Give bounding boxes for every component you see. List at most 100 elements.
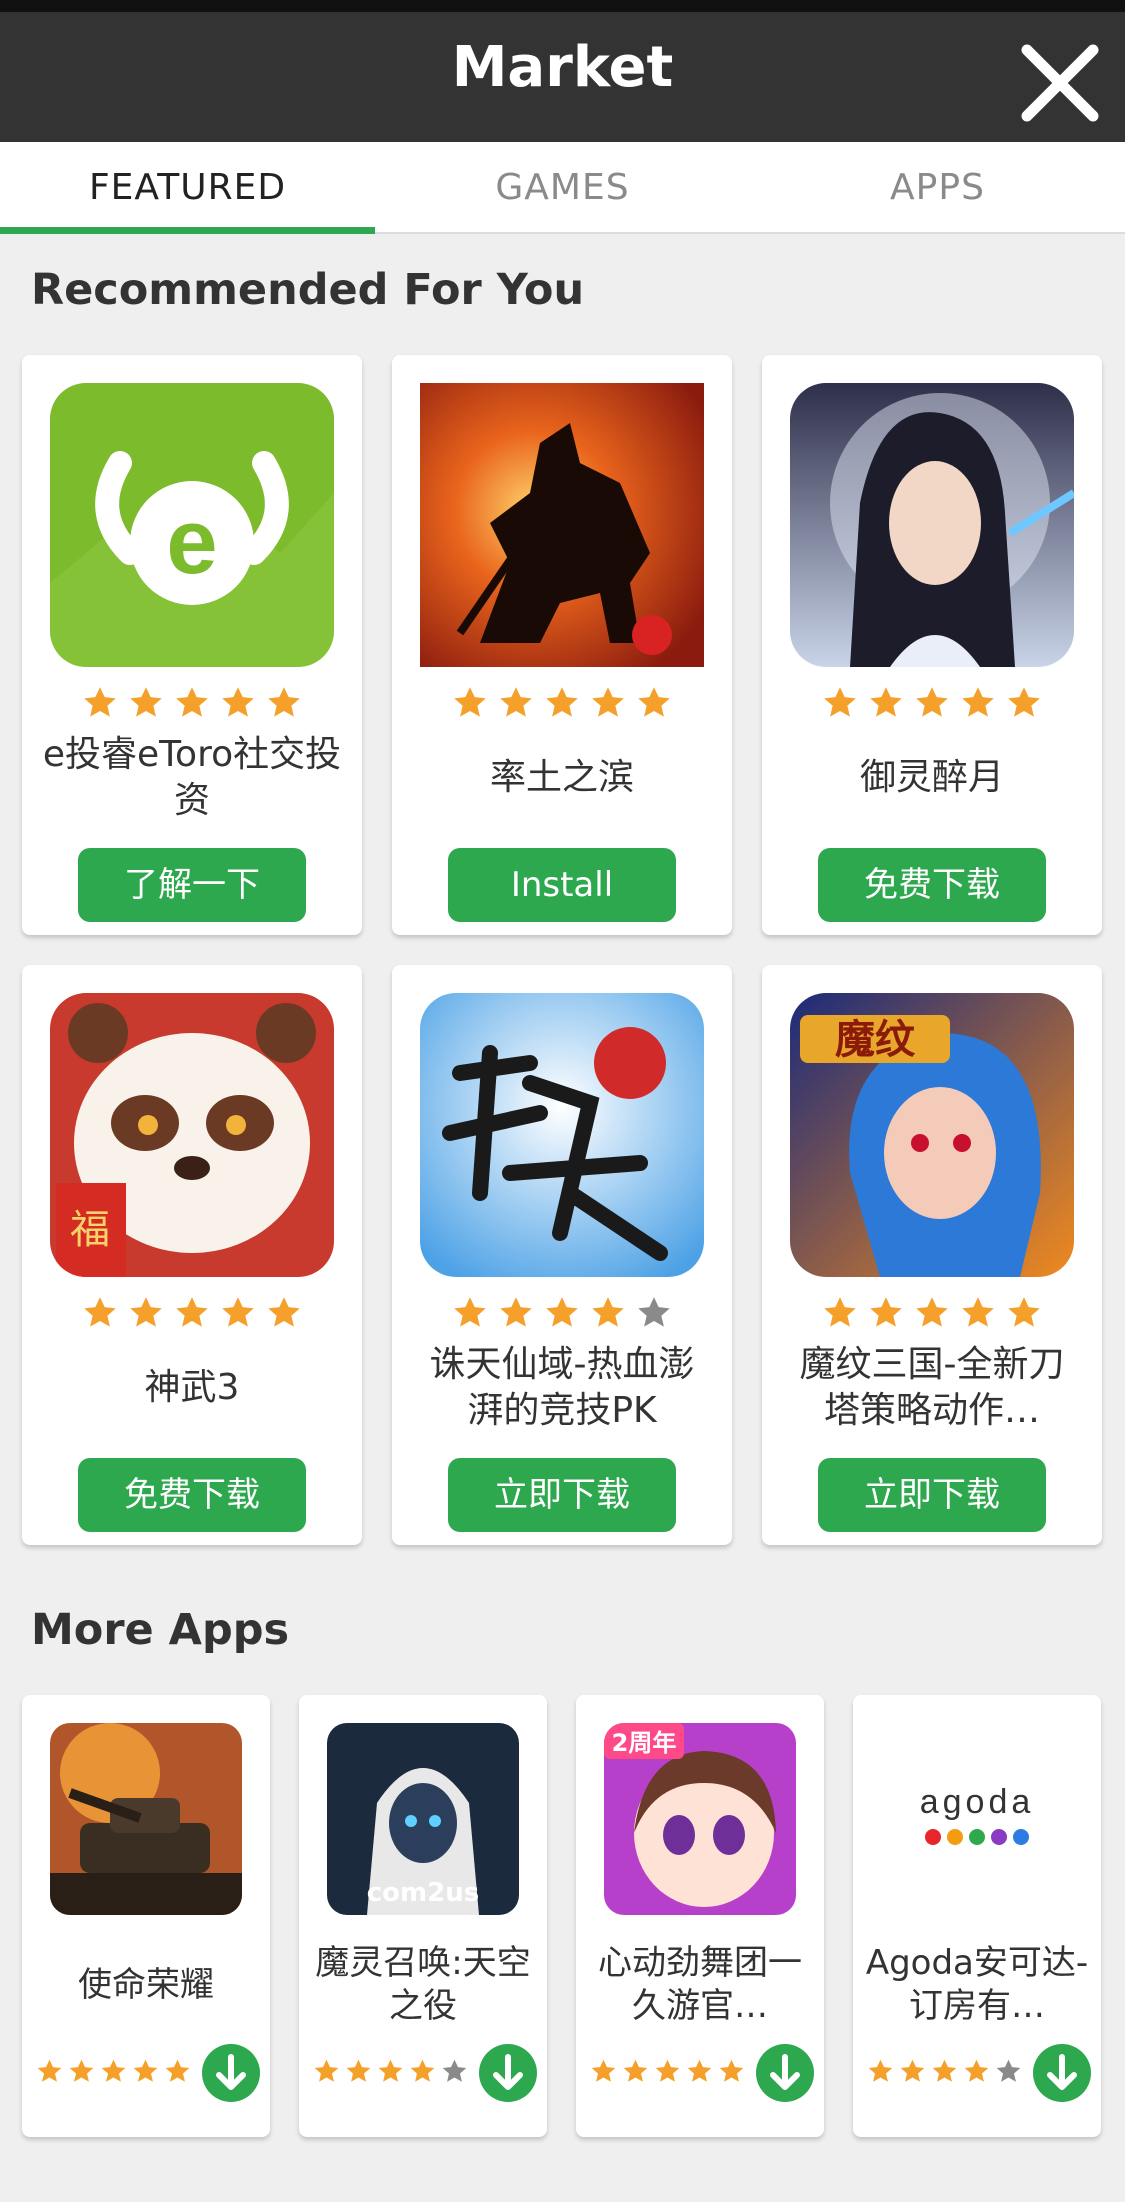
rating-stars <box>22 685 362 721</box>
app-card[interactable]: 福 神武3 免费下载 <box>22 965 362 1545</box>
anime-girl-icon[interactable]: 2周年 <box>604 1723 796 1915</box>
app-name: 诛天仙域-热血澎湃的竞技PK <box>429 1344 695 1431</box>
app-card[interactable]: 诛天仙域-热血澎湃的竞技PK 立即下载 <box>392 965 732 1545</box>
app-name: 使命荣耀 <box>78 1964 214 2005</box>
star-filled-icon <box>962 687 994 717</box>
svg-text:魔纹: 魔纹 <box>835 1017 916 1063</box>
rating-stars <box>313 2058 468 2085</box>
tab-featured[interactable]: FEATURED <box>0 142 375 234</box>
rating-stars <box>22 1295 362 1331</box>
star-filled-icon <box>176 1297 208 1327</box>
download-now-button[interactable]: 立即下载 <box>818 1458 1046 1532</box>
app-card[interactable]: 魔纹 魔纹三国-全新刀塔策略动作… 立即下载 <box>762 965 1102 1545</box>
app-card[interactable]: com2us 魔灵召唤:天空之役 <box>299 1695 547 2137</box>
star-filled-icon <box>916 1297 948 1327</box>
star-filled-icon <box>268 687 300 717</box>
app-card[interactable]: 2周年 心动劲舞团一久游官… <box>576 1695 824 2137</box>
app-name: 心动劲舞团一久游官… <box>598 1943 802 2026</box>
calligraphy-zhutian-icon[interactable] <box>420 993 704 1277</box>
star-filled-icon <box>500 687 532 717</box>
swordsman-portrait-icon[interactable] <box>790 383 1074 667</box>
star-filled-icon <box>410 2059 435 2082</box>
tank-icon[interactable] <box>50 1723 242 1915</box>
svg-text:agoda: agoda <box>920 1783 1035 1821</box>
star-filled-icon <box>454 1297 486 1327</box>
svg-text:2周年: 2周年 <box>612 1729 677 1757</box>
app-card[interactable]: 率土之滨 Install <box>392 355 732 935</box>
star-filled-icon <box>964 2059 989 2082</box>
star-filled-icon <box>870 687 902 717</box>
app-name: 魔纹三国-全新刀塔策略动作… <box>799 1344 1065 1431</box>
star-filled-icon <box>546 1297 578 1327</box>
rating-stars <box>762 1295 1102 1331</box>
app-card[interactable]: 御灵醉月 免费下载 <box>762 355 1102 935</box>
star-filled-icon <box>69 2059 94 2082</box>
star-filled-icon <box>1008 1297 1040 1327</box>
app-card[interactable]: e e投睿eToro社交投资 了解一下 <box>22 355 362 935</box>
download-now-button[interactable]: 立即下载 <box>448 1458 676 1532</box>
app-name: 率土之滨 <box>489 757 634 798</box>
star-filled-icon <box>900 2059 925 2082</box>
horseman-sunset-icon[interactable] <box>420 383 704 667</box>
svg-text:福: 福 <box>70 1207 110 1253</box>
app-card[interactable]: agoda Agoda安可达-订房有… <box>853 1695 1101 2137</box>
star-empty-icon <box>996 2059 1021 2082</box>
market-header: Market <box>0 0 1125 142</box>
star-filled-icon <box>130 687 162 717</box>
app-card[interactable]: 使命荣耀 <box>22 1695 270 2137</box>
free-download-button[interactable]: 免费下载 <box>818 848 1046 922</box>
star-filled-icon <box>719 2059 744 2082</box>
star-filled-icon <box>133 2059 158 2082</box>
mowen-warrior-icon[interactable]: 魔纹 <box>790 993 1074 1277</box>
recommended-grid: e e投睿eToro社交投资 了解一下 率土之滨 Install 御灵醉月 免费… <box>22 355 1103 1545</box>
star-filled-icon <box>870 1297 902 1327</box>
star-filled-icon <box>962 1297 994 1327</box>
panda-icon[interactable]: 福 <box>50 993 334 1277</box>
app-name: e投睿eToro社交投资 <box>42 734 342 821</box>
rating-stars <box>392 685 732 721</box>
star-filled-icon <box>687 2059 712 2082</box>
download-icon[interactable] <box>202 2044 260 2102</box>
star-filled-icon <box>824 1297 856 1327</box>
star-filled-icon <box>84 1297 116 1327</box>
etoro-bull-icon[interactable]: e <box>50 383 334 667</box>
download-icon[interactable] <box>479 2044 537 2102</box>
star-filled-icon <box>592 687 624 717</box>
tab-apps[interactable]: APPS <box>750 142 1125 232</box>
free-download-button[interactable]: 免费下载 <box>78 1458 306 1532</box>
more-apps-row: 使命荣耀 com2us 魔灵召唤:天空之役 2周年 心动劲舞团一久游官… ago… <box>22 1695 1103 2137</box>
star-filled-icon <box>500 1297 532 1327</box>
app-name: 神武3 <box>144 1367 240 1408</box>
star-filled-icon <box>314 2059 339 2082</box>
star-filled-icon <box>346 2059 371 2082</box>
download-icon[interactable] <box>1033 2044 1091 2102</box>
rating-stars <box>392 1295 732 1331</box>
star-filled-icon <box>638 687 670 717</box>
rating-stars <box>590 2058 745 2085</box>
category-tabs: FEATURED GAMES APPS <box>0 142 1125 234</box>
star-filled-icon <box>1008 687 1040 717</box>
tab-games[interactable]: GAMES <box>375 142 750 232</box>
star-filled-icon <box>378 2059 403 2082</box>
com2us-hero-icon[interactable]: com2us <box>327 1723 519 1915</box>
rating-stars <box>36 2058 191 2085</box>
star-filled-icon <box>868 2059 893 2082</box>
download-icon[interactable] <box>756 2044 814 2102</box>
star-filled-icon <box>454 687 486 717</box>
star-filled-icon <box>84 687 116 717</box>
star-filled-icon <box>623 2059 648 2082</box>
rating-stars <box>867 2058 1022 2085</box>
close-icon[interactable] <box>1017 40 1103 126</box>
star-filled-icon <box>932 2059 957 2082</box>
star-filled-icon <box>222 1297 254 1327</box>
star-filled-icon <box>546 687 578 717</box>
star-filled-icon <box>176 687 208 717</box>
page-title: Market <box>451 35 674 100</box>
install-button[interactable]: Install <box>448 848 676 922</box>
star-filled-icon <box>101 2059 126 2082</box>
star-filled-icon <box>130 1297 162 1327</box>
svg-text:com2us: com2us <box>367 1878 479 1908</box>
get-app-button[interactable]: 了解一下 <box>78 848 306 922</box>
agoda-logo-icon[interactable]: agoda <box>881 1723 1073 1915</box>
app-name: 御灵醉月 <box>859 757 1004 798</box>
